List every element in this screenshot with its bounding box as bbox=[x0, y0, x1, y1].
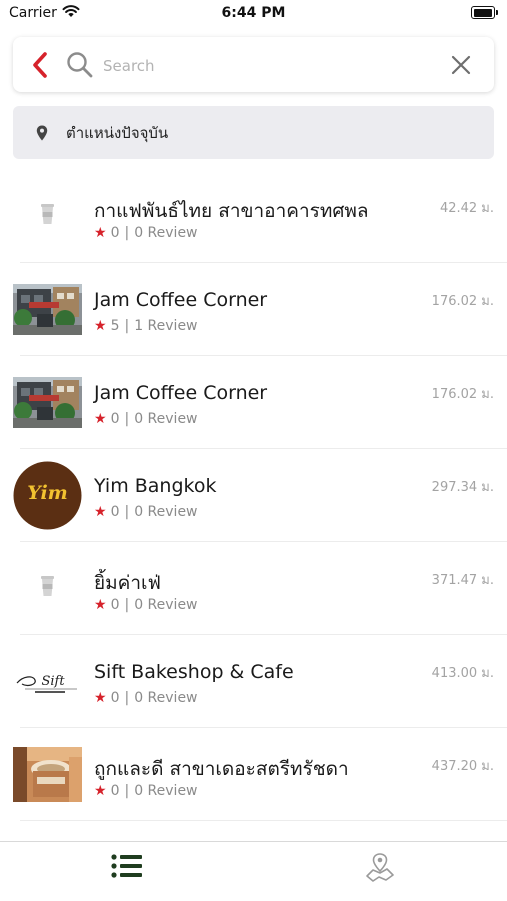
sift-logo: Sift bbox=[16, 674, 77, 693]
rating-value: 0 bbox=[110, 783, 120, 799]
place-rating: ★ 0 | 0 Review bbox=[94, 783, 198, 799]
place-name: ยิ้มค่าเฟ่ bbox=[94, 572, 161, 594]
search-input[interactable] bbox=[101, 50, 435, 82]
list-icon[interactable] bbox=[110, 852, 144, 880]
place-distance: 42.42 ม. bbox=[439, 201, 494, 216]
svg-text:Yim: Yim bbox=[27, 482, 68, 504]
review-count: 0 Review bbox=[134, 411, 198, 427]
location-pin-icon bbox=[36, 125, 48, 141]
place-rating: ★ 0 | 0 Review bbox=[94, 504, 198, 520]
place-distance: 176.02 ม. bbox=[431, 387, 494, 402]
place-rating: ★ 0 | 0 Review bbox=[94, 690, 198, 706]
search-icon bbox=[67, 52, 93, 78]
storefront-photo bbox=[13, 284, 82, 335]
star-icon: ★ bbox=[94, 318, 107, 334]
review-count: 0 Review bbox=[134, 690, 198, 706]
place-name: ถูกและดี สาขาเดอะสตรีทรัชดา bbox=[94, 758, 349, 780]
clock: 6:44 PM bbox=[221, 5, 286, 21]
place-distance: 371.47 ม. bbox=[431, 573, 494, 588]
current-location-label: ตำแหน่งปัจจุบัน bbox=[66, 124, 169, 142]
review-count: 0 Review bbox=[134, 783, 198, 799]
place-item[interactable]: กาแฟพันธ์ไทย สาขาอาคารทศพล ★ 0 | 0 Review 4… bbox=[0, 170, 507, 263]
tab-bar bbox=[0, 841, 507, 901]
place-item[interactable]: ยิ้มค่าเฟ่ ★ 0 | 0 Review 371.47 ม. bbox=[0, 542, 507, 635]
back-button[interactable] bbox=[27, 50, 55, 80]
star-icon: ★ bbox=[94, 783, 107, 799]
search-bar bbox=[13, 37, 494, 92]
place-rating: ★ 0 | 0 Review bbox=[94, 411, 198, 427]
svg-text:Sift: Sift bbox=[41, 674, 65, 689]
place-list: กาแฟพันธ์ไทย สาขาอาคารทศพล ★ 0 | 0 Review 4… bbox=[0, 170, 507, 821]
rating-value: 0 bbox=[110, 225, 120, 241]
star-icon: ★ bbox=[94, 597, 107, 613]
rating-value: 0 bbox=[110, 411, 120, 427]
review-count: 0 Review bbox=[134, 225, 198, 241]
place-item[interactable]: Sift Sift Bakeshop & Cafe ★ 0 | 0 Review 41… bbox=[0, 635, 507, 728]
star-icon: ★ bbox=[94, 504, 107, 520]
current-location-button[interactable]: ตำแหน่งปัจจุบัน bbox=[13, 106, 494, 159]
place-name: กาแฟพันธ์ไทย สาขาอาคารทศพล bbox=[94, 200, 369, 222]
map-pin-icon[interactable] bbox=[364, 852, 396, 882]
place-name: Yim Bangkok bbox=[94, 475, 217, 497]
star-icon: ★ bbox=[94, 225, 107, 241]
place-rating: ★ 0 | 0 Review bbox=[94, 597, 198, 613]
place-rating: ★ 5 | 1 Review bbox=[94, 318, 198, 334]
storefront-photo bbox=[13, 377, 82, 428]
place-distance: 176.02 ม. bbox=[431, 294, 494, 309]
rating-value: 0 bbox=[110, 504, 120, 520]
yim-logo: Yim bbox=[13, 461, 82, 530]
rating-value: 0 bbox=[110, 597, 120, 613]
place-rating: ★ 0 | 0 Review bbox=[94, 225, 198, 241]
status-bar: Carrier 6:44 PM bbox=[0, 0, 507, 28]
place-name: Jam Coffee Corner bbox=[94, 289, 268, 311]
divider bbox=[20, 820, 507, 821]
place-distance: 413.00 ม. bbox=[431, 666, 494, 681]
place-item[interactable]: Jam Coffee Corner ★ 5 | 1 Review 176.02 ม. bbox=[0, 263, 507, 356]
rating-value: 0 bbox=[110, 690, 120, 706]
clear-search-button[interactable] bbox=[449, 53, 473, 77]
coffee-cup-icon bbox=[41, 204, 54, 224]
review-count: 0 Review bbox=[134, 597, 198, 613]
review-count: 1 Review bbox=[134, 318, 198, 334]
place-distance: 297.34 ม. bbox=[431, 480, 494, 495]
rating-value: 5 bbox=[110, 318, 120, 334]
place-item[interactable]: Yim Yim Bangkok ★ 0 | 0 Review 297.34 ม. bbox=[0, 449, 507, 542]
place-item[interactable]: ถูกและดี สาขาเดอะสตรีทรัชดา ★ 0 | 0 Review … bbox=[0, 728, 507, 821]
coffee-cup-icon bbox=[41, 576, 54, 596]
place-name: Jam Coffee Corner bbox=[94, 382, 268, 404]
place-item[interactable]: Jam Coffee Corner ★ 0 | 0 Review 176.02 ม. bbox=[0, 356, 507, 449]
coffee-photo bbox=[13, 747, 82, 802]
place-name: Sift Bakeshop & Cafe bbox=[94, 661, 294, 683]
battery-icon bbox=[471, 6, 498, 19]
place-distance: 437.20 ม. bbox=[431, 759, 494, 774]
review-count: 0 Review bbox=[134, 504, 198, 520]
star-icon: ★ bbox=[94, 411, 107, 427]
star-icon: ★ bbox=[94, 690, 107, 706]
